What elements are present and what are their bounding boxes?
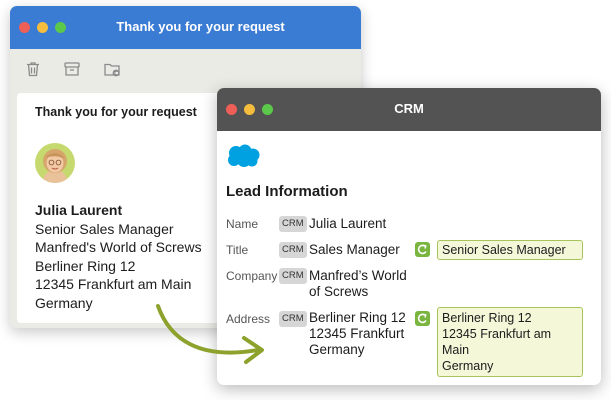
field-label-title: Title xyxy=(226,243,249,257)
suggested-title[interactable]: Senior Sales Manager xyxy=(437,240,583,260)
field-label-address: Address xyxy=(226,312,271,326)
lead-information-heading: Lead Information xyxy=(226,183,348,200)
email-toolbar xyxy=(10,49,361,93)
crm-window-title: CRM xyxy=(394,101,424,116)
signature-name: Julia Laurent xyxy=(35,202,123,218)
sync-suggestion-icon[interactable] xyxy=(415,311,430,326)
value-line: of Screws xyxy=(309,284,369,299)
value-line: Berliner Ring 12 xyxy=(309,310,406,325)
archive-icon[interactable] xyxy=(63,60,81,78)
crm-badge: CRM xyxy=(279,216,307,232)
sync-arrow-icon xyxy=(417,244,427,255)
field-value-company[interactable]: Manfred’s World of Screws xyxy=(309,268,407,300)
email-window-title: Thank you for your request xyxy=(116,19,285,34)
value-line: Manfred’s World xyxy=(309,268,407,283)
move-to-folder-icon[interactable] xyxy=(103,60,121,78)
salesforce-cloud-icon xyxy=(228,144,260,167)
email-titlebar: Thank you for your request xyxy=(10,6,361,49)
suggestion-line: Germany xyxy=(442,359,494,373)
value-line: Germany xyxy=(309,342,365,357)
suggested-address[interactable]: Berliner Ring 12 12345 Frankfurt am Main… xyxy=(437,307,583,377)
sync-arrow-icon xyxy=(417,313,427,324)
trash-icon[interactable] xyxy=(24,60,42,78)
field-value-name[interactable]: Julia Laurent xyxy=(309,216,386,232)
email-signature: Julia Laurent Senior Sales Manager Manfr… xyxy=(35,201,202,312)
value-line: Sales Manager xyxy=(309,242,400,257)
signature-line: Germany xyxy=(35,294,93,311)
signature-line: Senior Sales Manager xyxy=(35,220,174,237)
suggestion-line: Senior Sales Manager xyxy=(442,243,566,257)
field-value-address[interactable]: Berliner Ring 12 12345 Frankfurt Germany xyxy=(309,310,406,358)
crm-badge: CRM xyxy=(279,311,307,327)
field-label-company: Company xyxy=(226,269,278,283)
sender-avatar xyxy=(35,143,75,183)
signature-line: Manfred's World of Screws xyxy=(35,239,202,255)
value-line: 12345 Frankfurt xyxy=(309,326,405,341)
suggestion-line: Berliner Ring 12 xyxy=(442,311,532,325)
crm-titlebar: CRM xyxy=(217,88,601,131)
crm-window: CRM Lead Information Name CRM Julia Laur… xyxy=(217,88,601,385)
signature-line: Berliner Ring 12 xyxy=(35,257,136,274)
crm-badge: CRM xyxy=(279,242,307,258)
field-label-name: Name xyxy=(226,217,259,231)
value-line: Julia Laurent xyxy=(309,216,387,231)
woman-avatar-icon xyxy=(35,143,75,183)
field-value-title[interactable]: Sales Manager xyxy=(309,242,400,258)
suggestion-line: 12345 Frankfurt am Main xyxy=(442,327,552,357)
signature-line: 12345 Frankfurt am Main xyxy=(35,276,192,292)
email-subject: Thank you for your request xyxy=(35,105,197,119)
crm-badge: CRM xyxy=(279,268,307,284)
sync-suggestion-icon[interactable] xyxy=(415,242,430,257)
